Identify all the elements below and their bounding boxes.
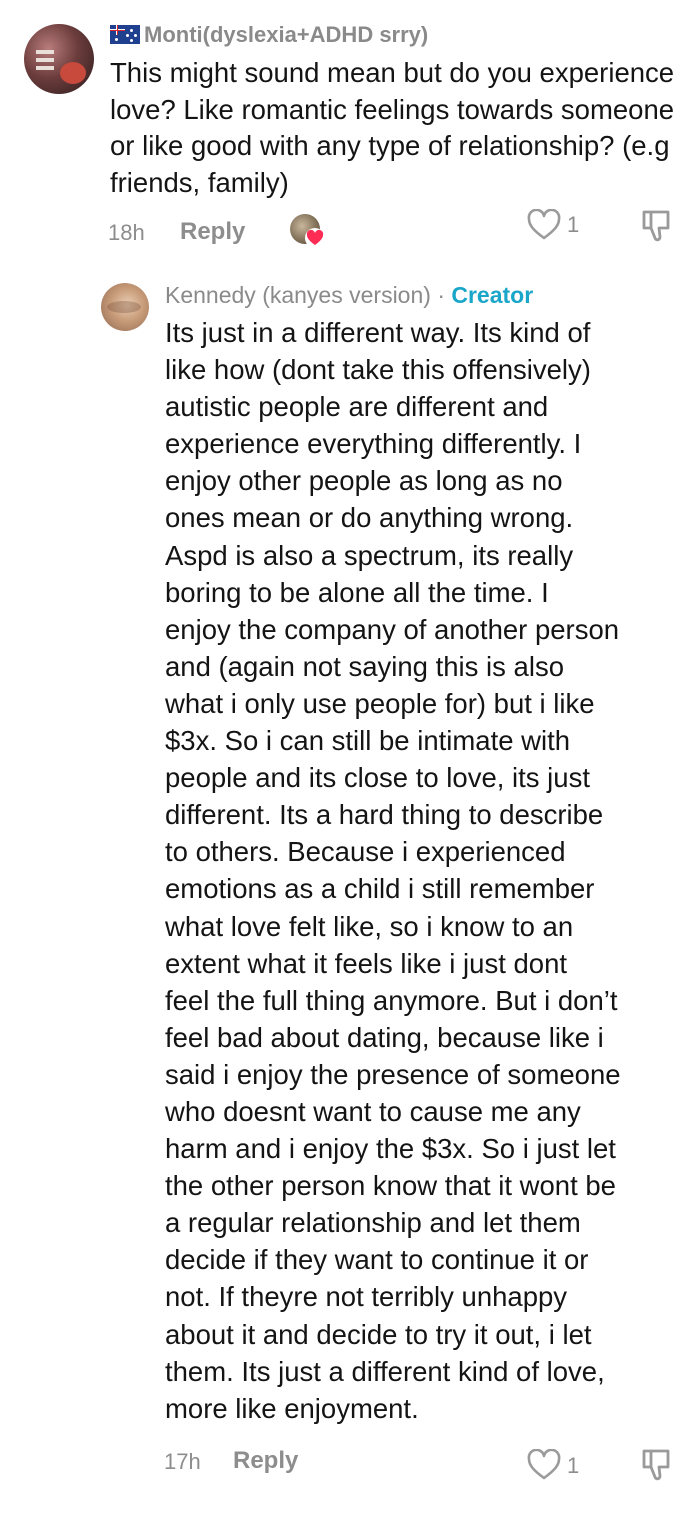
creator-badge: Creator — [451, 282, 534, 308]
reply-text-line: them. Its just a different kind of love, — [165, 1355, 605, 1387]
reply-text-line: $3x. So i can still be intimate with — [165, 725, 571, 757]
heart-filled-icon — [306, 229, 324, 245]
creator-liked-badge — [290, 214, 325, 248]
avatar-detail — [36, 50, 54, 54]
reply-text-line: what i only use people for) but i like — [165, 687, 595, 719]
reply-text-line: enjoy the company of another person — [165, 613, 620, 645]
reply-username-row[interactable]: Kennedy (kanyes version) · Creator — [165, 282, 533, 309]
reply-text-line: feel bad about dating, because like i — [165, 1021, 604, 1053]
reply-text-line: emotions as a child i still remember — [165, 873, 595, 905]
reply-text-line: to others. Because i experienced — [165, 836, 566, 868]
commenter-username-row[interactable]: Monti(dyslexia+ADHD srry) — [110, 22, 428, 48]
reply-text-line: harm and i enjoy the $3x. So i just let — [165, 1133, 616, 1165]
liked-heart-badge — [305, 228, 325, 248]
reply-text-line: not. If theyre not terribly unhappy — [165, 1281, 568, 1313]
reply-text-line: said i enjoy the presence of someone — [165, 1058, 621, 1090]
reply-text-line: ones mean or do anything wrong. — [165, 502, 574, 534]
reply-text-line: people and its close to love, its just — [165, 762, 590, 794]
reply-text-line: more like enjoyment. — [165, 1392, 419, 1424]
avatar-detail — [60, 62, 86, 84]
reply-text-line: like how (dont take this offensively) — [165, 354, 591, 386]
reply-username: Kennedy (kanyes version) — [165, 282, 431, 308]
reply-text: Its just in a different way. Its kind of… — [165, 314, 690, 1427]
reply-text-line: experience everything differently. I — [165, 428, 582, 460]
avatar-detail — [36, 58, 54, 62]
reply-text-line: different. Its a hard thing to describe — [165, 799, 604, 831]
reply-text-line: extent what it feels like i just dont — [165, 947, 568, 979]
reply-text-line: and (again not saying this is also — [165, 650, 564, 682]
heart-outline-icon[interactable] — [527, 1449, 561, 1481]
reply-timestamp: 17h — [164, 1449, 201, 1474]
creator-avatar[interactable] — [101, 283, 149, 331]
reply-text-line: the other person know that it wont be — [165, 1170, 616, 1202]
reply-text-line: about it and decide to try it out, i let — [165, 1318, 592, 1350]
comment-text: This might sound mean but do you experie… — [110, 57, 675, 199]
reply-text-line: feel the full thing anymore. But i don’t — [165, 984, 618, 1016]
dislike-icon[interactable] — [640, 208, 674, 244]
reply-text-line: what love felt like, so i know to an — [165, 910, 574, 942]
reply-text-line: Its just in a different way. Its kind of — [165, 317, 591, 348]
reply-button[interactable]: Reply — [180, 218, 245, 246]
reply-text-line: decide if they want to continue it or — [165, 1244, 589, 1276]
like-count: 1 — [567, 1453, 580, 1478]
reply-text-line: autistic people are different and — [165, 391, 549, 423]
dislike-icon[interactable] — [640, 1447, 674, 1483]
name-separator: · — [437, 282, 445, 308]
australia-flag-icon — [110, 25, 140, 44]
comment-timestamp: 18h — [108, 220, 145, 245]
commenter-username: Monti(dyslexia+ADHD srry) — [144, 22, 429, 47]
heart-outline-icon[interactable] — [527, 209, 561, 241]
reply-button[interactable]: Reply — [233, 1447, 298, 1475]
avatar-detail — [36, 66, 54, 70]
reply-text-line: who doesnt want to cause me any — [165, 1095, 581, 1127]
reply-text-line: enjoy other people as long as no — [165, 465, 563, 497]
reply-text-line: boring to be alone all the time. I — [165, 576, 549, 608]
like-count: 1 — [567, 212, 580, 237]
reply-text-line: a regular relationship and let them — [165, 1207, 581, 1239]
avatar-detail — [107, 301, 141, 313]
reply-text-line: Aspd is also a spectrum, its really — [165, 539, 574, 571]
commenter-avatar[interactable] — [24, 24, 94, 94]
